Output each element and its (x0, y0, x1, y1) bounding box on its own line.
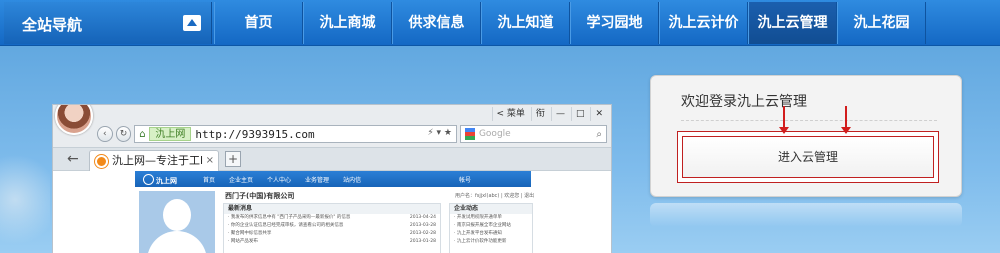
mock-logo: 氿上网 (143, 174, 177, 186)
enter-cloud-button[interactable]: 进入云管理 (677, 131, 939, 183)
mock-news-title: 最新消息 (224, 204, 440, 214)
search-icon: ⌕ (596, 129, 603, 140)
arrow-down-icon (841, 106, 851, 134)
tab-title: 氿上网—专注于工l (112, 154, 204, 167)
mock-company-name: 西门子(中国)有限公司 (225, 192, 295, 200)
nav-items: 首页 氿上商城 供求信息 氿上知道 学习园地 氿上云计价 氿上云管理 氿上花园 (214, 2, 926, 44)
search-placeholder: Google (478, 129, 511, 139)
home-icon: ⌂ (139, 128, 146, 140)
list-item: · 我发布的供求信息中有 "西门子产品采购—最新报价" 的信息 2013-04-2… (224, 214, 440, 222)
user-silhouette-icon (139, 191, 215, 253)
refresh-icon: ↻ (115, 126, 132, 142)
enter-cloud-button-label: 进入云管理 (682, 136, 934, 178)
list-item: · 网站产品发布 2013-01-28 (224, 238, 440, 246)
mock-nav-item: 业务管理 (305, 177, 330, 184)
lightning-icon: ⚡ ▾ ★ (427, 128, 452, 138)
mock-nav: 首页 企业主页 个人中心 业务管理 站内信 (203, 175, 361, 184)
nav-item-study[interactable]: 学习园地 (570, 2, 659, 44)
arrow-left-icon: ← (67, 151, 79, 167)
divider (681, 120, 937, 121)
news-date: 2013-03-28 (409, 223, 436, 228)
nav-item-cloud-manage[interactable]: 氿上云管理 (748, 2, 837, 44)
panel-reflection (650, 203, 962, 227)
nav-item-cloud-pricing[interactable]: 氿上云计价 (659, 2, 748, 44)
browser-tab: 氿上网—专注于工l × (89, 150, 219, 172)
nav-item-home[interactable]: 首页 (214, 2, 303, 44)
mock-user-line: 用户名：fsjjxl(abc) | 欢迎您 | 退出 (455, 193, 535, 199)
nav-item-garden[interactable]: 氿上花园 (837, 2, 926, 44)
list-item: · 聚合网中标信息共享 2013-02-28 (224, 230, 440, 238)
nav-item-supply[interactable]: 供求信息 (392, 2, 481, 44)
address-row: ‹ ↻ ⌂ 氿上网 http://9393915.com ⚡ ▾ ★ Googl… (97, 125, 608, 143)
top-nav-bar: 全站导航 首页 氿上商城 供求信息 氿上知道 学习园地 氿上云计价 氿上云管理 … (0, 0, 1000, 46)
browser-search-box: Google ⌕ (459, 125, 608, 143)
nav-item-know[interactable]: 氿上知道 (481, 2, 570, 44)
mock-account: 帐号 (458, 177, 471, 184)
minimize-icon: — (550, 107, 569, 121)
list-item: · 氿上云计价软件功能更新 (454, 239, 507, 244)
address-bar: ⌂ 氿上网 http://9393915.com ⚡ ▾ ★ (134, 125, 457, 143)
chevron-up-icon[interactable] (183, 15, 201, 31)
mock-dyn-title: 企业动态 (450, 204, 532, 214)
site-nav-title: 全站导航 (22, 16, 83, 34)
site-nav-menu[interactable]: 全站导航 (4, 2, 212, 44)
mock-nav-item: 个人中心 (267, 177, 292, 184)
blurred-decoration (0, 146, 50, 253)
menu-button: < 菜单 (491, 107, 529, 121)
welcome-title: 欢迎登录氿上云管理 (681, 94, 807, 110)
tab-row: ← 氿上网—专注于工l × + (53, 147, 611, 172)
news-text: · 我发布的供求信息中有 "西门子产品采购—最新报价" 的信息 (228, 215, 351, 220)
site-tag: 氿上网 (149, 127, 192, 141)
mock-nav-item: 企业主页 (229, 177, 254, 184)
mock-news-box: 最新消息 · 我发布的供求信息中有 "西门子产品采购—最新报价" 的信息 2013… (223, 203, 441, 253)
news-text: · 网站产品发布 (228, 239, 258, 244)
news-date: 2013-01-28 (409, 239, 436, 244)
list-item: · 氿上开发平台发布通知 (454, 231, 502, 236)
new-tab-icon: + (225, 151, 241, 167)
avatar (55, 105, 93, 135)
mock-dynamics-box: 企业动态 · 开发试用权限开通单单 · 南京日报开展全市企业网站 · 氿上开发平… (449, 203, 533, 253)
skin-icon: 衔 (530, 107, 549, 121)
url-text: http://9393915.com (195, 127, 315, 141)
news-date: 2013-02-28 (409, 231, 436, 236)
favicon-icon (95, 155, 108, 168)
browser-illustration: < 菜单 衔 — □ ✕ ‹ ↻ ⌂ 氿上网 http://9393915.co… (52, 104, 612, 253)
arrow-down-icon (779, 106, 789, 134)
back-icon: ‹ (97, 126, 113, 142)
news-text: · 聚合网中标信息共享 (228, 231, 272, 236)
news-date: 2013-04-24 (409, 215, 436, 220)
google-icon (464, 128, 475, 140)
nav-item-mall[interactable]: 氿上商城 (303, 2, 392, 44)
mock-page-header: 氿上网 首页 企业主页 个人中心 业务管理 站内信 帐号 (135, 171, 531, 187)
close-icon: ✕ (590, 107, 607, 121)
news-text: · 你的企业认证信息已经完成审核，请查看公司的相关信息 (228, 223, 344, 228)
list-item: · 你的企业认证信息已经完成审核，请查看公司的相关信息 2013-03-28 (224, 222, 440, 230)
maximize-icon: □ (570, 107, 589, 121)
tab-close-icon: × (205, 155, 214, 166)
mock-nav-item: 站内信 (343, 177, 362, 184)
login-panel: 欢迎登录氿上云管理 进入云管理 (650, 75, 962, 197)
list-item: · 开发试用权限开通单单 (454, 215, 502, 220)
list-item: · 南京日报开展全市企业网站 (454, 223, 511, 228)
window-controls: < 菜单 衔 — □ ✕ (491, 107, 607, 121)
mock-web-page: 氿上网 首页 企业主页 个人中心 业务管理 站内信 帐号 西门子(中国)有限公司… (53, 171, 611, 253)
mock-nav-item: 首页 (203, 177, 216, 184)
